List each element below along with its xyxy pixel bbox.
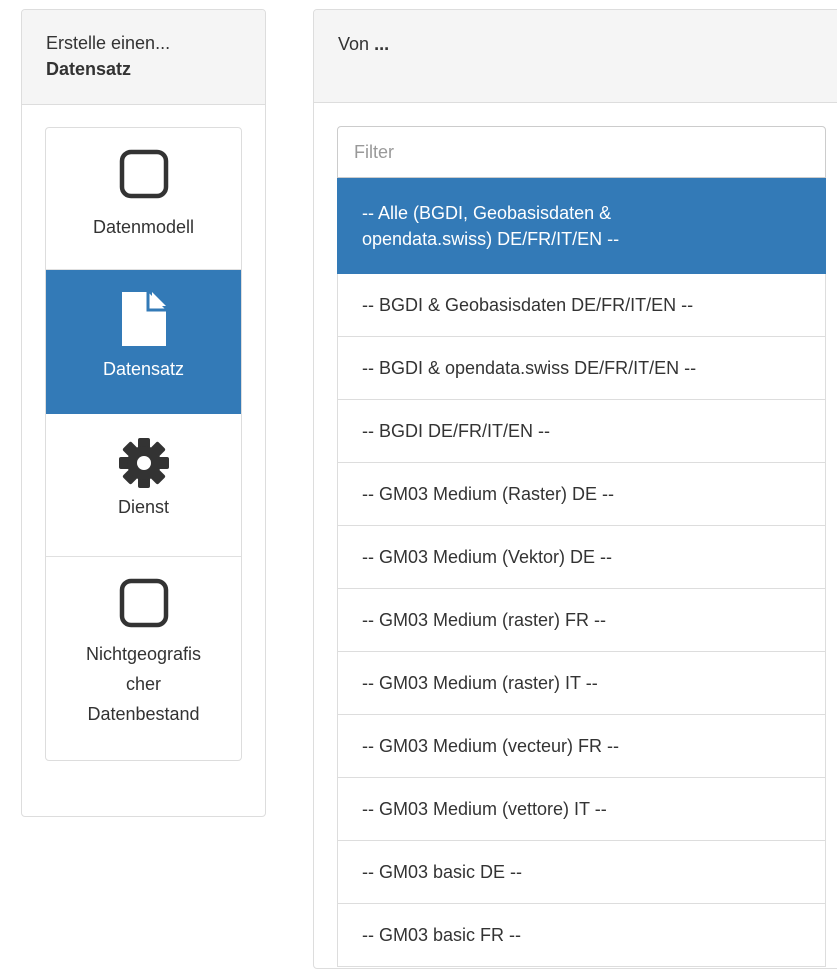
template-option[interactable]: -- BGDI & opendata.swiss DE/FR/IT/EN -- [337, 337, 826, 400]
type-item-label-line: Datenbestand [87, 704, 200, 724]
template-option[interactable]: -- GM03 Medium (vecteur) FR -- [337, 715, 826, 778]
template-option[interactable]: -- GM03 Medium (raster) IT -- [337, 652, 826, 715]
square-outline-icon [46, 148, 241, 200]
template-source-heading: Von ... [314, 10, 837, 103]
template-option[interactable]: -- Alle (BGDI, Geobasisdaten & opendata.… [337, 178, 826, 274]
template-option[interactable]: -- GM03 Medium (Vektor) DE -- [337, 526, 826, 589]
create-type-heading-prefix: Erstelle einen... [46, 33, 171, 53]
template-option[interactable]: -- GM03 basic FR -- [337, 904, 826, 967]
record-type-list: Datenmodell Datensatz Dienst Nichtgeogra… [45, 127, 242, 761]
heading-prefix: Von [338, 34, 370, 54]
type-item-datensatz[interactable]: Datensatz [46, 270, 241, 414]
template-option[interactable]: -- GM03 Medium (Raster) DE -- [337, 463, 826, 526]
template-option[interactable]: -- GM03 Medium (vettore) IT -- [337, 778, 826, 841]
template-option[interactable]: -- GM03 Medium (raster) FR -- [337, 589, 826, 652]
type-item-label-line: cher [125, 674, 161, 694]
square-outline-icon [46, 577, 241, 629]
type-item-label: Datenmodell [92, 217, 195, 237]
gear-icon [46, 436, 241, 490]
create-type-panel: Erstelle einen... Datensatz Datenmodell … [21, 9, 266, 817]
template-option-list: -- Alle (BGDI, Geobasisdaten & opendata.… [337, 178, 826, 967]
selected-type-title: Datensatz [46, 59, 132, 79]
create-type-heading: Erstelle einen... Datensatz [22, 10, 265, 105]
template-source-panel: Von ... -- Alle (BGDI, Geobasisdaten & o… [313, 9, 837, 969]
type-item-dienst[interactable]: Dienst [46, 414, 241, 557]
type-item-datenmodell[interactable]: Datenmodell [46, 128, 241, 270]
filter-input[interactable] [337, 126, 826, 178]
template-option[interactable]: -- BGDI DE/FR/IT/EN -- [337, 400, 826, 463]
type-item-label-line: Nichtgeografis [85, 644, 202, 664]
heading-dots: ... [374, 34, 390, 54]
type-item-label: Datensatz [102, 359, 185, 379]
type-item-label: Dienst [117, 497, 170, 517]
template-option[interactable]: -- BGDI & Geobasisdaten DE/FR/IT/EN -- [337, 274, 826, 337]
file-icon [46, 288, 241, 350]
type-item-nichtgeografischer-datenbestand[interactable]: Nichtgeografis cher Datenbestand [46, 557, 241, 760]
template-option[interactable]: -- GM03 basic DE -- [337, 841, 826, 904]
